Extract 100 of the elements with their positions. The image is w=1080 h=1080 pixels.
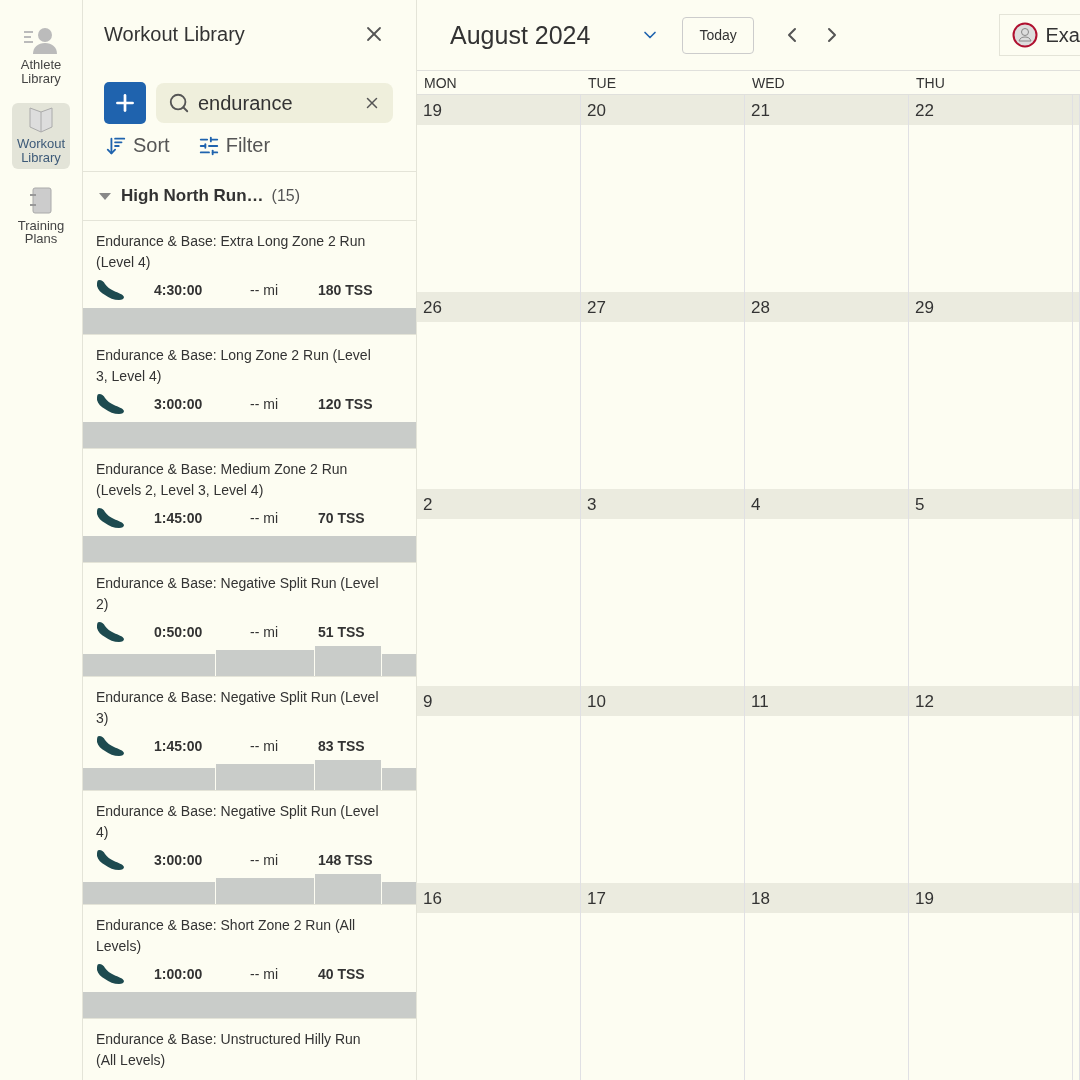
date-label: 11	[745, 686, 908, 716]
workout-distance: -- mi	[250, 852, 279, 868]
workout-card[interactable]: Endurance & Base: Extra Long Zone 2 Run (Level 4) 4:30:00 -- mi 180 TSS	[83, 221, 416, 335]
sort-button[interactable]: Sort	[105, 134, 170, 157]
workout-title: Endurance & Base: Negative Split Run (Level 2)	[95, 574, 380, 614]
date-label: 27	[581, 292, 744, 322]
day-cell[interactable]: 10	[581, 686, 745, 883]
day-cell[interactable]	[1073, 292, 1080, 489]
day-cell[interactable]	[1073, 686, 1080, 883]
day-cell[interactable]: 19	[909, 883, 1073, 1080]
date-label: 12	[909, 686, 1072, 716]
running-shoe-icon	[96, 620, 126, 644]
workout-duration: 3:00:00	[154, 852, 204, 868]
filter-button[interactable]: Filter	[197, 134, 271, 157]
search-field[interactable]: endurance	[156, 83, 393, 123]
workout-title: Endurance & Base: Short Zone 2 Run (All Levels)	[95, 916, 357, 956]
date-label: 28	[745, 292, 908, 322]
nav-item[interactable]: Athlete Library	[12, 22, 70, 90]
day-cell[interactable]	[1073, 883, 1080, 1080]
date-label: 4	[745, 489, 908, 519]
workout-card[interactable]: Endurance & Base: Unstructured Hilly Run (All Levels)	[83, 1019, 416, 1080]
day-cell[interactable]: 9	[417, 686, 581, 883]
day-cell[interactable]: 12	[909, 686, 1073, 883]
day-cell[interactable]: 21	[745, 95, 909, 292]
day-cell[interactable]	[1073, 95, 1080, 292]
day-cell[interactable]: 29	[909, 292, 1073, 489]
workout-duration: 0:50:00	[154, 624, 204, 640]
date-label: 26	[417, 292, 580, 322]
date-label: 3	[581, 489, 744, 519]
day-cell[interactable]: 5	[909, 489, 1073, 686]
group-count: (15)	[271, 187, 301, 204]
workout-title: Endurance & Base: Medium Zone 2 Run (Levels 2, Level 3, Level 4)	[95, 460, 349, 500]
workout-distance: -- mi	[250, 396, 279, 412]
workout-card[interactable]: Endurance & Base: Negative Split Run (Level 2) 0:50:00 -- mi 51 TSS	[83, 563, 416, 677]
person-list-icon	[24, 26, 58, 54]
day-cell[interactable]: 3	[581, 489, 745, 686]
caret-icon[interactable]	[99, 192, 111, 200]
workout-title: Endurance & Base: Unstructured Hilly Run (All Levels)	[95, 1030, 362, 1070]
filter-icon	[197, 134, 220, 157]
date-label: 16	[417, 883, 580, 913]
notebook-icon	[29, 186, 53, 215]
day-cell[interactable]	[1073, 489, 1080, 686]
today-button[interactable]: Today	[682, 16, 754, 54]
workout-distance: -- mi	[250, 624, 279, 640]
workout-card[interactable]: Endurance & Base: Negative Split Run (Level 3) 1:45:00 -- mi 83 TSS	[83, 677, 416, 791]
workout-duration: 1:45:00	[154, 510, 204, 526]
running-shoe-icon	[96, 734, 126, 758]
day-cell[interactable]: 11	[745, 686, 909, 883]
avatar-icon	[1011, 22, 1038, 48]
workout-card[interactable]: Endurance & Base: Short Zone 2 Run (All Levels) 1:00:00 -- mi 40 TSS	[83, 905, 416, 1019]
date-label: 5	[909, 489, 1072, 519]
day-cell[interactable]: 28	[745, 292, 909, 489]
workout-title: Endurance & Base: Negative Split Run (Level 3)	[95, 688, 380, 728]
workout-card[interactable]: Endurance & Base: Long Zone 2 Run (Level 3, Level 4) 3:00:00 -- mi 120 TSS	[83, 335, 416, 449]
date-label: 17	[581, 883, 744, 913]
day-cell[interactable]: 20	[581, 95, 745, 292]
running-shoe-icon	[96, 278, 126, 302]
date-label: 10	[581, 686, 744, 716]
workout-tss: 148 TSS	[318, 852, 374, 868]
running-shoe-icon	[96, 506, 126, 530]
day-cell[interactable]: 19	[417, 95, 581, 292]
date-label: 19	[909, 883, 1072, 913]
day-cell[interactable]: 27	[581, 292, 745, 489]
day-cell[interactable]: 22	[909, 95, 1073, 292]
workout-title: Endurance & Base: Long Zone 2 Run (Level 3, Level 4)	[95, 346, 372, 386]
running-shoe-icon	[96, 392, 126, 416]
open-book-icon	[27, 107, 55, 134]
nav-item[interactable]: Training Plans	[12, 182, 70, 250]
running-shoe-icon	[96, 848, 126, 872]
weekday-label: MON	[423, 74, 458, 91]
date-header	[1073, 686, 1079, 716]
workout-title: Endurance & Base: Extra Long Zone 2 Run (Level 4)	[95, 232, 367, 272]
running-shoe-icon	[96, 962, 126, 986]
workout-card[interactable]: Endurance & Base: Medium Zone 2 Run (Levels 2, Level 3, Level 4) 1:45:00 -- mi 70 TSS	[83, 449, 416, 563]
workout-tss: 120 TSS	[318, 396, 374, 412]
workout-tss: 51 TSS	[318, 624, 366, 640]
nav-item[interactable]: Workout Library	[12, 103, 70, 169]
day-cell[interactable]: 26	[417, 292, 581, 489]
date-label: 19	[417, 95, 580, 125]
add-button[interactable]	[104, 82, 146, 124]
group-name: High North Run…	[121, 186, 264, 205]
date-label: 2	[417, 489, 580, 519]
day-cell[interactable]: 17	[581, 883, 745, 1080]
day-cell[interactable]: 4	[745, 489, 909, 686]
day-cell[interactable]: 2	[417, 489, 581, 686]
workout-card[interactable]: Endurance & Base: Negative Split Run (Level 4) 3:00:00 -- mi 148 TSS	[83, 791, 416, 905]
weekday-label: TUE	[587, 74, 617, 91]
user-button[interactable]: Exa	[998, 14, 1080, 56]
date-header	[1073, 292, 1079, 322]
workout-distance: -- mi	[250, 738, 279, 754]
workout-duration: 1:00:00	[154, 966, 204, 982]
date-label: 9	[417, 686, 580, 716]
date-header	[1073, 883, 1079, 913]
day-cell[interactable]: 18	[745, 883, 909, 1080]
workout-tss: 70 TSS	[318, 510, 366, 526]
workout-tss: 40 TSS	[318, 966, 366, 982]
weekday-label: THU	[915, 74, 946, 91]
panel-title: Workout Library	[104, 22, 245, 46]
month-title: August 2024	[450, 20, 591, 50]
day-cell[interactable]: 16	[417, 883, 581, 1080]
